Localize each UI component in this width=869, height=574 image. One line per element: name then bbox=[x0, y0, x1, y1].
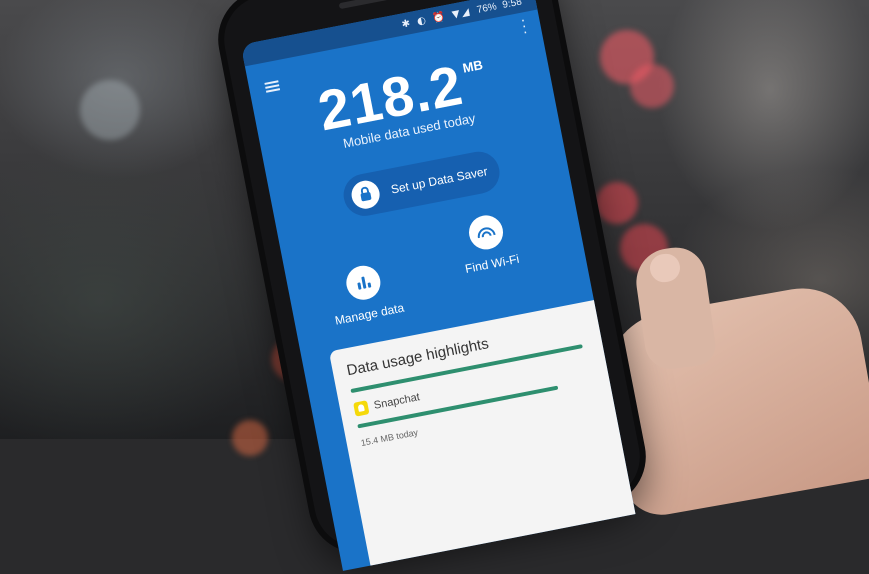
status-time: 9:58 bbox=[501, 0, 523, 11]
manage-data-button[interactable]: Manage data bbox=[306, 256, 425, 332]
data-usage-highlights-card[interactable]: Data usage highlights Snapchat 15.4 MB t… bbox=[328, 296, 636, 571]
app-name: Snapchat bbox=[372, 391, 421, 412]
set-up-data-saver-button[interactable]: Set up Data Saver bbox=[340, 148, 504, 220]
bars-icon bbox=[356, 276, 371, 290]
snapchat-icon bbox=[353, 400, 370, 417]
phone: ✱ ◐ ⏰ ▼◢ 76% 9:58 · · · 218.2MB Mobile dat… bbox=[216, 0, 648, 571]
phone-screen: ✱ ◐ ⏰ ▼◢ 76% 9:58 · · · 218.2MB Mobile dat… bbox=[240, 0, 636, 571]
wifi-icon bbox=[474, 223, 500, 249]
data-saver-label: Set up Data Saver bbox=[389, 164, 489, 197]
bars-icon-circle bbox=[343, 262, 384, 303]
wifi-icon-circle bbox=[466, 212, 506, 253]
battery-level: 76% bbox=[475, 0, 498, 16]
phone-speaker bbox=[338, 0, 429, 10]
lock-icon-circle bbox=[349, 178, 383, 212]
find-wifi-button[interactable]: Find Wi-Fi bbox=[429, 205, 548, 281]
kebab-icon[interactable]: · · · bbox=[520, 13, 530, 41]
phone-wrapper: ✱ ◐ ⏰ ▼◢ 76% 9:58 · · · 218.2MB Mobile dat… bbox=[0, 0, 869, 571]
manage-data-label: Manage data bbox=[333, 300, 406, 328]
usage-unit: MB bbox=[461, 57, 485, 76]
status-icons: ✱ ◐ ⏰ ▼◢ bbox=[400, 5, 473, 31]
lock-icon bbox=[360, 191, 372, 202]
find-wifi-label: Find Wi-Fi bbox=[463, 251, 521, 276]
